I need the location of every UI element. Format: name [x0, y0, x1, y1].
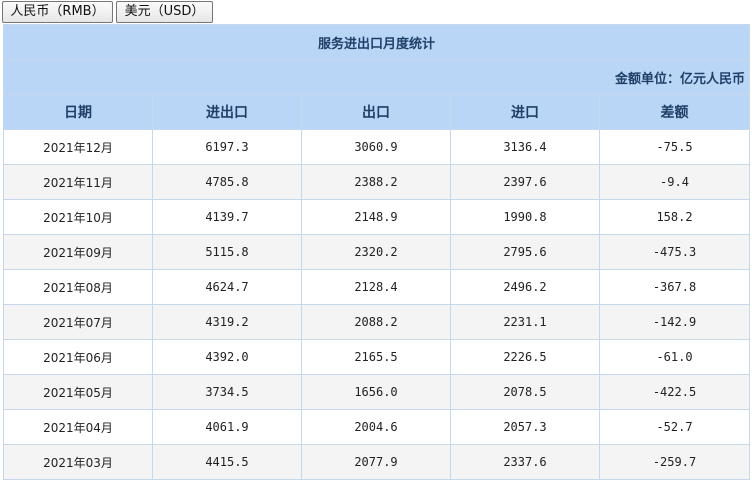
table-row: 2021年05月 3734.5 1656.0 2078.5 -422.5 [3, 374, 751, 410]
cell-import: 2057.3 [450, 409, 600, 445]
cell-balance: -9.4 [598, 164, 751, 200]
usd-button[interactable]: 美元（USD） [116, 1, 213, 23]
cell-balance: -75.5 [598, 129, 751, 165]
cell-date: 2021年11月 [3, 164, 153, 200]
header-export: 出口 [301, 94, 451, 130]
cell-balance: -259.7 [598, 444, 751, 480]
table-row: 2021年10月 4139.7 2148.9 1990.8 158.2 [3, 199, 751, 235]
cell-total: 4139.7 [152, 199, 302, 235]
cell-export: 2165.5 [301, 339, 451, 375]
cell-date: 2021年09月 [3, 234, 153, 270]
cell-total: 6197.3 [152, 129, 302, 165]
header-import: 进口 [450, 94, 600, 130]
table-row: 2021年04月 4061.9 2004.6 2057.3 -52.7 [3, 409, 751, 445]
cell-export: 2088.2 [301, 304, 451, 340]
cell-date: 2021年06月 [3, 339, 153, 375]
cell-import: 2397.6 [450, 164, 600, 200]
cell-export: 2320.2 [301, 234, 451, 270]
cell-total: 4624.7 [152, 269, 302, 305]
table-row: 2021年11月 4785.8 2388.2 2397.6 -9.4 [3, 164, 751, 200]
cell-export: 2004.6 [301, 409, 451, 445]
table-title: 服务进出口月度统计 [2, 24, 751, 60]
cell-date: 2021年03月 [3, 444, 153, 480]
header-row: 日期 进出口 出口 进口 差额 [3, 94, 751, 130]
header-total: 进出口 [152, 94, 302, 130]
cell-total: 4785.8 [152, 164, 302, 200]
cell-date: 2021年10月 [3, 199, 153, 235]
cell-export: 2388.2 [301, 164, 451, 200]
table-row: 2021年03月 4415.5 2077.9 2337.6 -259.7 [3, 444, 751, 480]
cell-total: 4415.5 [152, 444, 302, 480]
cell-total: 4392.0 [152, 339, 302, 375]
cell-total: 3734.5 [152, 374, 302, 410]
cell-export: 3060.9 [301, 129, 451, 165]
cell-import: 2231.1 [450, 304, 600, 340]
cell-import: 2337.6 [450, 444, 600, 480]
cell-import: 2795.6 [450, 234, 600, 270]
rmb-button[interactable]: 人民币（RMB） [2, 1, 113, 23]
table-row: 2021年08月 4624.7 2128.4 2496.2 -367.8 [3, 269, 751, 305]
header-balance: 差额 [598, 94, 751, 130]
cell-balance: -422.5 [598, 374, 751, 410]
cell-balance: -52.7 [598, 409, 751, 445]
cell-total: 4061.9 [152, 409, 302, 445]
header-date: 日期 [3, 94, 153, 130]
table-row: 2021年07月 4319.2 2088.2 2231.1 -142.9 [3, 304, 751, 340]
currency-toggle: 人民币（RMB） 美元（USD） [2, 1, 213, 23]
cell-total: 4319.2 [152, 304, 302, 340]
cell-balance: -367.8 [598, 269, 751, 305]
cell-export: 1656.0 [301, 374, 451, 410]
table-row: 2021年09月 5115.8 2320.2 2795.6 -475.3 [3, 234, 751, 270]
cell-date: 2021年12月 [3, 129, 153, 165]
cell-balance: -61.0 [598, 339, 751, 375]
cell-export: 2148.9 [301, 199, 451, 235]
cell-import: 1990.8 [450, 199, 600, 235]
table-row: 2021年06月 4392.0 2165.5 2226.5 -61.0 [3, 339, 751, 375]
cell-date: 2021年08月 [3, 269, 153, 305]
cell-balance: -142.9 [598, 304, 751, 340]
cell-import: 2496.2 [450, 269, 600, 305]
cell-total: 5115.8 [152, 234, 302, 270]
cell-balance: 158.2 [598, 199, 751, 235]
cell-import: 3136.4 [450, 129, 600, 165]
cell-import: 2226.5 [450, 339, 600, 375]
services-trade-table: 服务进出口月度统计 金额单位：亿元人民币 日期 进出口 出口 进口 差额 202… [2, 24, 751, 480]
cell-export: 2077.9 [301, 444, 451, 480]
cell-date: 2021年04月 [3, 409, 153, 445]
cell-export: 2128.4 [301, 269, 451, 305]
table-row: 2021年12月 6197.3 3060.9 3136.4 -75.5 [3, 129, 751, 165]
cell-balance: -475.3 [598, 234, 751, 270]
unit-label: 金额单位：亿元人民币 [2, 59, 751, 95]
cell-date: 2021年07月 [3, 304, 153, 340]
cell-date: 2021年05月 [3, 374, 153, 410]
cell-import: 2078.5 [450, 374, 600, 410]
